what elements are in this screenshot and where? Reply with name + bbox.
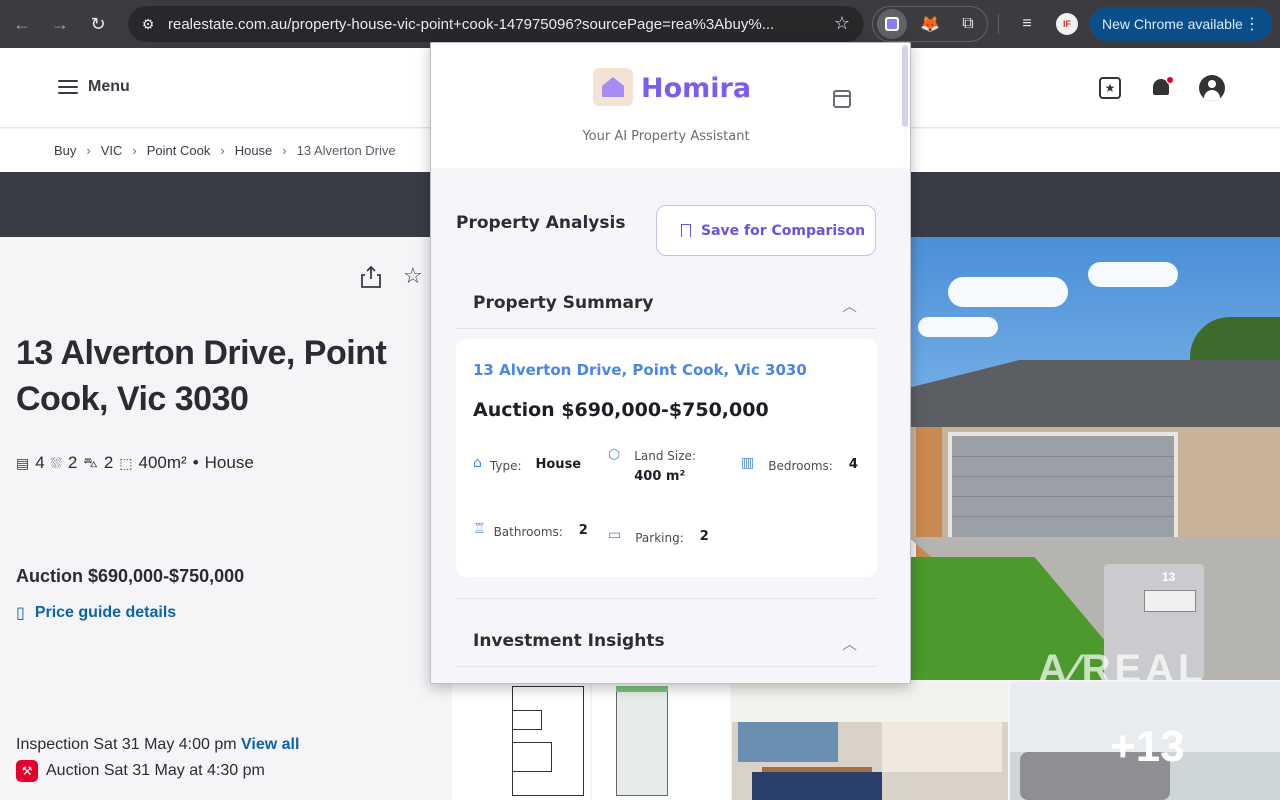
toolbar-separator [998, 14, 999, 34]
summary-address-link[interactable]: 13 Alverton Drive, Point Cook, Vic 3030 [473, 361, 807, 379]
bookmark-star-icon[interactable]: ☆ [834, 13, 850, 34]
profile-avatar[interactable]: IF [1052, 9, 1082, 39]
menu-label: Menu [88, 78, 130, 95]
chevron-right-icon: › [220, 143, 225, 158]
site-plan-thumbnail[interactable] [592, 682, 730, 800]
scrollbar[interactable] [902, 45, 908, 127]
address-bar[interactable]: ⚙ realestate.com.au/property-house-vic-p… [128, 6, 864, 42]
land-size: 400m² [138, 453, 187, 472]
property-summary-card: 13 Alverton Drive, Point Cook, Vic 3030 … [456, 339, 877, 577]
menu-button[interactable]: Menu [58, 78, 130, 96]
media-controls-icon[interactable]: ≡ [1012, 9, 1042, 39]
favourite-star-icon[interactable]: ☆ [403, 263, 423, 289]
breadcrumb-current: 13 Alverton Drive [296, 143, 396, 158]
living-room-thumbnail[interactable]: +13 [1010, 682, 1280, 800]
homira-header: Homira Your AI Property Assistant [431, 43, 910, 168]
breadcrumb-suburb[interactable]: Point Cook [147, 143, 211, 158]
homira-extension-popup: Homira Your AI Property Assistant Proper… [430, 42, 911, 684]
section-divider [456, 598, 877, 599]
puzzle-icon[interactable]: ⧉ [953, 9, 983, 39]
home-icon: ⌂ [473, 455, 482, 471]
homira-tagline: Your AI Property Assistant [582, 129, 750, 144]
breadcrumb-buy[interactable]: Buy [54, 143, 76, 158]
back-icon[interactable]: ← [4, 6, 40, 42]
reload-icon[interactable]: ↻ [80, 6, 116, 42]
attr-type: ⌂ Type: House [473, 455, 582, 473]
parking-count: 2 [103, 453, 114, 472]
chrome-update-button[interactable]: New Chrome available ⋮ [1090, 7, 1272, 41]
homira-brand: Homira [641, 73, 752, 104]
inspection-text: Inspection Sat 31 May 4:00 pm [16, 736, 237, 753]
property-features: ▤ 4 ⛆ 2 ⛍ 2 ⬚ 400m² • House [16, 453, 254, 473]
chevron-right-icon: › [282, 143, 287, 158]
more-photos-count: +13 [1110, 722, 1185, 771]
summary-price: Auction $690,000-$750,000 [473, 399, 769, 421]
bed-icon: ▤ [16, 454, 30, 471]
browser-toolbar: ← → ↻ ⚙ realestate.com.au/property-house… [0, 0, 1280, 48]
attr-bathrooms: ♖ Bathrooms: 2 [473, 521, 588, 539]
land-size-icon: ⬚ [119, 454, 133, 471]
chevron-up-icon[interactable]: ︿ [842, 295, 857, 316]
fox-extension-icon[interactable]: 🦊 [915, 9, 945, 39]
main-property-photo[interactable]: 13 A∕REAL [908, 237, 1280, 680]
bathrooms-count: 2 [67, 453, 78, 472]
floorplan-thumbnail[interactable] [452, 682, 590, 800]
forward-icon[interactable]: → [42, 6, 78, 42]
attr-land-size: ⬡ Land Size: 400 m² [608, 447, 696, 484]
update-label: New Chrome available [1102, 16, 1243, 32]
bedrooms-count: 4 [35, 453, 45, 472]
bookmark-icon [680, 224, 691, 241]
property-title: 13 Alverton Drive, Point Cook, Vic 3030 [16, 334, 387, 418]
property-info-panel [0, 237, 452, 800]
feature-separator: • [192, 453, 199, 472]
document-icon: ▯ [16, 605, 25, 622]
property-price: Auction $690,000-$750,000 [16, 566, 245, 586]
hexagon-icon: ⬡ [608, 447, 621, 463]
extensions-group: 🦊 ⧉ [872, 6, 988, 42]
auction-text: Auction Sat 31 May at 4:30 pm [46, 762, 265, 779]
summary-title: Property Summary [473, 293, 654, 313]
kitchen-thumbnail[interactable] [732, 682, 1008, 800]
inspection-info: Inspection Sat 31 May 4:00 pm View all [16, 736, 299, 754]
price-guide-link[interactable]: ▯ Price guide details [16, 603, 176, 623]
panel-toggle-icon[interactable] [833, 90, 851, 108]
hamburger-icon [58, 80, 78, 94]
bottle-icon: ♖ [473, 521, 486, 537]
homira-logo-icon [593, 68, 633, 106]
chevron-up-icon[interactable]: ︿ [842, 633, 857, 654]
breadcrumb-type[interactable]: House [235, 143, 273, 158]
property-type: House [204, 453, 254, 472]
saved-properties-icon[interactable]: ★ [1096, 74, 1124, 102]
notifications-icon[interactable] [1147, 74, 1175, 102]
more-vert-icon[interactable]: ⋮ [1244, 14, 1260, 34]
layout-icon: ▥ [741, 455, 755, 471]
auction-info: ⚒ Auction Sat 31 May at 4:30 pm [16, 760, 265, 782]
view-all-link[interactable]: View all [241, 736, 299, 753]
attr-parking: ▭ Parking: 2 [608, 527, 709, 545]
card-icon: ▭ [608, 527, 622, 543]
homira-extension-icon[interactable] [877, 9, 907, 39]
save-for-comparison-button[interactable]: Save for Comparison [656, 205, 876, 256]
url-text[interactable]: realestate.com.au/property-house-vic-poi… [168, 16, 818, 33]
gavel-icon: ⚒ [16, 760, 38, 782]
site-info-icon[interactable]: ⚙ [138, 14, 158, 34]
insights-title: Investment Insights [473, 631, 665, 651]
attr-bedrooms: ▥ Bedrooms: 4 [741, 455, 858, 473]
account-icon[interactable] [1198, 74, 1226, 102]
save-label: Save for Comparison [701, 222, 866, 239]
breadcrumb-state[interactable]: VIC [101, 143, 123, 158]
price-guide-label: Price guide details [34, 604, 177, 621]
car-icon: ⛍ [83, 453, 98, 470]
bath-icon: ⛆ [50, 454, 62, 471]
investment-insights-header[interactable]: Investment Insights ︿ [456, 621, 877, 667]
chevron-right-icon: › [86, 143, 91, 158]
chevron-right-icon: › [132, 143, 137, 158]
property-analysis-title: Property Analysis [456, 213, 626, 233]
share-icon[interactable] [360, 265, 382, 289]
property-summary-header[interactable]: Property Summary ︿ [456, 283, 877, 329]
